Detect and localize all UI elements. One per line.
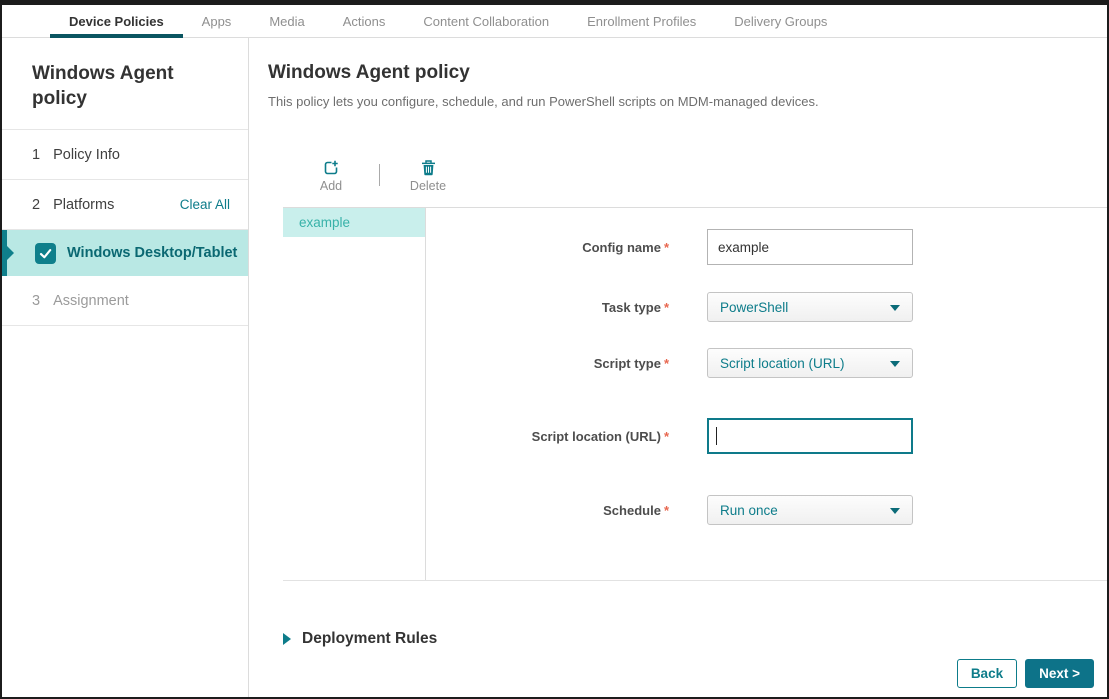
tab-device-policies[interactable]: Device Policies — [50, 5, 183, 38]
caret-down-icon — [890, 508, 900, 514]
deployment-rules-toggle[interactable]: Deployment Rules — [283, 630, 437, 648]
step-label: Assignment — [53, 292, 129, 309]
tab-delivery-groups[interactable]: Delivery Groups — [715, 5, 846, 37]
sidebar-step-platforms[interactable]: 2 Platforms Clear All — [2, 180, 248, 231]
platform-label: Windows Desktop/Tablet — [67, 245, 238, 262]
sidebar-platform-windows-desktop-tablet[interactable]: Windows Desktop/Tablet — [2, 230, 248, 277]
required-marker: * — [663, 355, 669, 371]
text-cursor — [716, 427, 717, 445]
tab-content-collaboration[interactable]: Content Collaboration — [404, 5, 568, 37]
field-label-text: Script location (URL) — [531, 428, 661, 444]
script-location-input-wrap — [707, 418, 913, 454]
next-button[interactable]: Next > — [1025, 659, 1094, 688]
tab-media[interactable]: Media — [250, 5, 323, 37]
field-label-text: Schedule — [603, 502, 661, 518]
tab-actions[interactable]: Actions — [324, 5, 405, 37]
caret-down-icon — [890, 361, 900, 367]
script-location-input[interactable] — [707, 418, 913, 454]
config-toolbar: Add Delete — [309, 160, 450, 193]
app-window: Device Policies Apps Media Actions Conte… — [0, 0, 1109, 699]
required-marker: * — [663, 299, 669, 315]
delete-button-label: Delete — [409, 179, 447, 193]
wizard-footer: Back Next > — [956, 659, 1094, 688]
tab-enrollment-profiles[interactable]: Enrollment Profiles — [568, 5, 715, 37]
caret-down-icon — [890, 305, 900, 311]
required-marker: * — [663, 428, 669, 444]
tab-apps[interactable]: Apps — [183, 5, 251, 37]
wizard-sidebar: Windows Agent policy 1 Policy Info 2 Pla… — [2, 38, 249, 697]
config-panel: example Config name* Task type* PowerShe… — [283, 207, 1107, 581]
step-label: Policy Info — [53, 146, 120, 163]
step-label: Platforms — [53, 196, 115, 213]
step-number: 1 — [32, 146, 41, 163]
checkmark-icon — [39, 248, 52, 259]
delete-button[interactable]: Delete — [406, 160, 450, 193]
deployment-rules-label: Deployment Rules — [302, 630, 438, 647]
add-icon — [324, 160, 338, 175]
field-label-text: Script type — [593, 355, 661, 371]
form-row-script-location: Script location (URL) * — [283, 418, 1107, 454]
schedule-select[interactable]: Run once — [707, 495, 913, 525]
config-name-input[interactable] — [707, 229, 913, 265]
form-row-config-name: Config name * — [283, 229, 1107, 265]
selected-platform-arrow-icon — [2, 230, 7, 277]
script-type-select[interactable]: Script location (URL) — [707, 348, 913, 378]
page-title: Windows Agent policy — [268, 62, 470, 83]
step-number: 3 — [32, 292, 41, 309]
form-row-script-type: Script type * Script location (URL) — [283, 348, 1107, 378]
add-button[interactable]: Add — [309, 160, 353, 193]
selected-option: Script location (URL) — [720, 355, 845, 371]
field-label: Script type * — [283, 356, 707, 371]
top-nav: Device Policies Apps Media Actions Conte… — [2, 5, 1107, 38]
step-number: 2 — [32, 196, 41, 213]
delete-icon — [421, 160, 435, 176]
page-description: This policy lets you configure, schedule… — [268, 94, 819, 109]
field-label-text: Config name — [582, 239, 661, 255]
field-label: Script location (URL) * — [283, 429, 707, 444]
platform-checkbox[interactable] — [35, 242, 56, 264]
sidebar-step-assignment[interactable]: 3 Assignment — [2, 276, 248, 327]
selected-option: Run once — [720, 502, 778, 518]
required-marker: * — [663, 502, 669, 518]
field-label-text: Task type — [601, 299, 661, 315]
sidebar-step-policy-info[interactable]: 1 Policy Info — [2, 130, 248, 181]
main-content: Windows Agent policy This policy lets yo… — [250, 38, 1107, 697]
form-row-schedule: Schedule * Run once — [283, 495, 1107, 525]
back-button[interactable]: Back — [956, 659, 1018, 688]
task-type-select[interactable]: PowerShell — [707, 292, 913, 322]
add-button-label: Add — [319, 179, 343, 193]
selected-option: PowerShell — [720, 299, 789, 315]
field-label: Config name * — [283, 240, 707, 255]
expand-triangle-icon — [283, 633, 291, 645]
sidebar-policy-title: Windows Agent policy — [2, 38, 248, 131]
clear-all-link[interactable]: Clear All — [180, 197, 230, 212]
toolbar-divider — [379, 164, 380, 186]
field-label: Task type * — [283, 300, 707, 315]
form-row-task-type: Task type * PowerShell — [283, 292, 1107, 322]
required-marker: * — [663, 239, 669, 255]
field-label: Schedule * — [283, 503, 707, 518]
